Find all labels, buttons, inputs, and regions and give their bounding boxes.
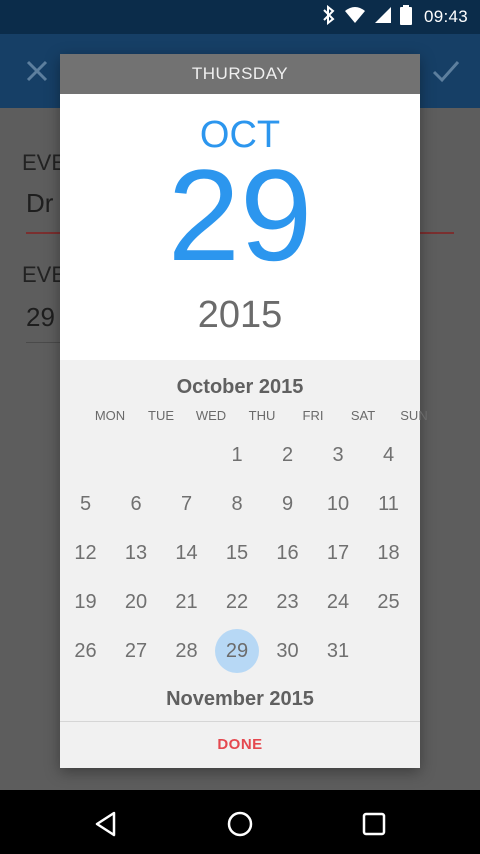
bluetooth-icon	[322, 4, 336, 29]
selected-year[interactable]: 2015	[60, 294, 420, 337]
calendar-day[interactable]: 19	[64, 580, 108, 624]
calendar-day[interactable]: 3	[316, 433, 360, 477]
calendar-day[interactable]: 21	[165, 580, 209, 624]
calendar-day[interactable]: 1	[215, 433, 259, 477]
calendar-day[interactable]: 20	[114, 580, 158, 624]
navigation-bar	[0, 790, 480, 854]
recents-icon[interactable]	[356, 806, 392, 842]
calendar-day[interactable]: 10	[316, 482, 360, 526]
weekday-label: MON	[94, 408, 126, 423]
next-calendar-month-title: November 2015	[166, 688, 314, 710]
calendar-day[interactable]: 16	[266, 531, 310, 575]
weekday-header-row: MON TUE WED THU FRI SAT SUN	[60, 408, 428, 426]
calendar-day[interactable]: 13	[114, 531, 158, 575]
home-icon[interactable]	[222, 806, 258, 842]
event-name-input[interactable]: Dr	[26, 188, 53, 219]
status-time: 09:43	[423, 7, 468, 26]
close-icon[interactable]	[22, 56, 52, 86]
battery-icon	[399, 5, 412, 29]
weekday-label: SAT	[350, 408, 376, 423]
calendar-day[interactable]: 4	[367, 433, 411, 477]
calendar-grid: 1 2 3 4 5 6 7 8 9 10 11 12 13 14 15 16 17 18 19 20 21 22 23 24 2…	[60, 430, 420, 680]
calendar-day[interactable]: 27	[114, 629, 158, 673]
calendar-day-selected[interactable]: 29	[215, 629, 259, 673]
weekday-label: WED	[195, 408, 227, 423]
weekday-label: FRI	[302, 408, 324, 423]
calendar-day[interactable]: 28	[165, 629, 209, 673]
calendar-day[interactable]: 17	[316, 531, 360, 575]
calendar-day[interactable]: 5	[64, 482, 108, 526]
day-of-week-header: THURSDAY	[60, 54, 420, 94]
calendar-day[interactable]: 7	[165, 482, 209, 526]
status-bar: 09:43	[0, 0, 480, 34]
calendar-day[interactable]: 14	[165, 531, 209, 575]
calendar-day[interactable]: 31	[316, 629, 360, 673]
event-date-input[interactable]: 29	[26, 302, 55, 333]
calendar-day[interactable]: 6	[114, 482, 158, 526]
weekday-label: THU	[248, 408, 276, 423]
calendar-day[interactable]: 2	[266, 433, 310, 477]
cellular-signal-icon	[374, 6, 392, 28]
date-picker-dialog: THURSDAY OCT 29 2015 October 2015 MON TUE…	[60, 54, 428, 768]
done-button[interactable]: DONE	[60, 722, 420, 768]
calendar-day[interactable]: 24	[316, 580, 360, 624]
calendar-month-title: October 2015	[176, 376, 304, 398]
calendar-day[interactable]: 8	[215, 482, 259, 526]
check-icon[interactable]	[430, 56, 462, 86]
calendar-day[interactable]: 12	[64, 531, 108, 575]
calendar-day[interactable]: 22	[215, 580, 259, 624]
wifi-icon	[344, 6, 366, 28]
calendar-day[interactable]: 25	[367, 580, 411, 624]
calendar-day[interactable]: 26	[64, 629, 108, 673]
weekday-label: TUE	[148, 408, 174, 423]
weekday-label: SUN	[400, 408, 428, 423]
calendar-day[interactable]: 18	[367, 531, 411, 575]
selected-day[interactable]: 29	[60, 150, 420, 280]
date-picker-header: OCT 29 2015	[60, 94, 420, 360]
calendar-day[interactable]: 11	[367, 482, 411, 526]
calendar-day[interactable]: 15	[215, 531, 259, 575]
calendar-day[interactable]: 30	[266, 629, 310, 673]
calendar-day[interactable]: 23	[266, 580, 310, 624]
calendar-day[interactable]: 9	[266, 482, 310, 526]
back-icon[interactable]	[88, 806, 124, 842]
